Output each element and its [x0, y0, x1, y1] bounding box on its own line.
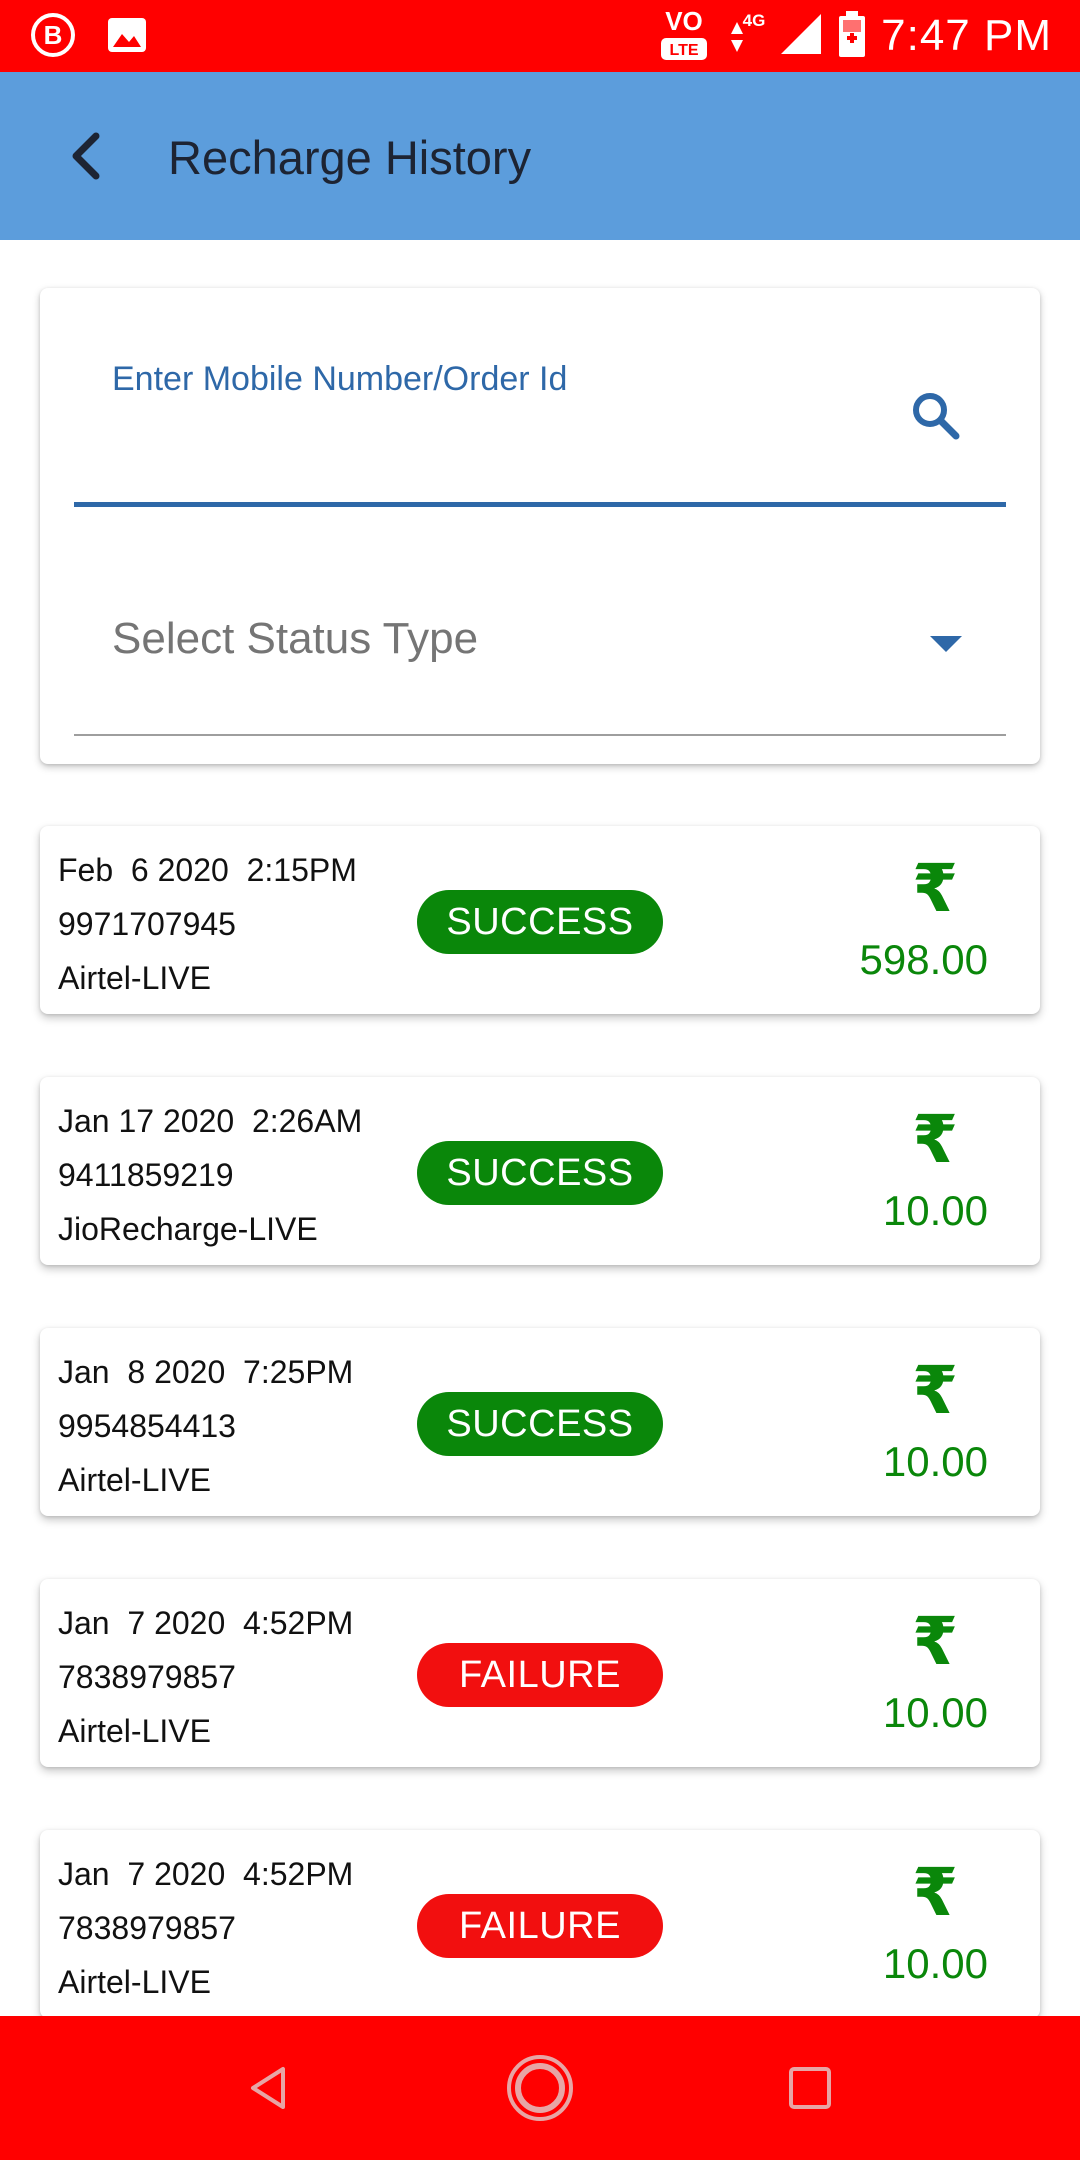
rupee-icon: ₹ [912, 850, 958, 927]
svg-text:LTE: LTE [670, 42, 699, 59]
transaction-card[interactable]: Jan 7 2020 4:52PM 7838979857 Airtel-LIVE… [40, 1830, 1040, 2018]
nav-home-icon [507, 2055, 573, 2121]
transaction-date: Jan 7 2020 4:52PM [58, 1856, 354, 1892]
transaction-amount: 10.00 [882, 1689, 988, 1736]
transaction-date: Jan 7 2020 4:52PM [58, 1605, 354, 1641]
transaction-card[interactable]: Jan 8 2020 7:25PM 9954854413 Airtel-LIVE… [40, 1328, 1040, 1516]
status-badge: SUCCESS [417, 1141, 663, 1205]
volte-icon: VO LTE [657, 4, 711, 69]
battery-charging-icon [837, 9, 867, 64]
transaction-operator: JioRecharge-LIVE [58, 1211, 318, 1247]
b-notification-icon: B [30, 12, 76, 63]
signal-icon [779, 12, 823, 61]
status-bar: B VO LTE 4G 7:47 PM [0, 0, 1080, 72]
transaction-number: 9411859219 [58, 1157, 234, 1193]
svg-text:VO: VO [665, 6, 703, 36]
nav-back-button[interactable] [230, 2048, 310, 2128]
transaction-operator: Airtel-LIVE [58, 1713, 211, 1749]
nav-home-button[interactable] [500, 2048, 580, 2128]
transaction-amount: 10.00 [882, 1438, 988, 1485]
image-notification-icon [106, 14, 148, 61]
svg-text:B: B [44, 20, 63, 50]
transaction-amount: 10.00 [882, 1940, 988, 1987]
rupee-icon: ₹ [912, 1603, 958, 1680]
nav-back-icon [251, 2067, 285, 2109]
transaction-number: 7838979857 [58, 1910, 236, 1946]
transaction-date: Jan 17 2020 2:26AM [58, 1103, 363, 1139]
app-bar: Recharge History [0, 72, 1080, 240]
back-arrow-icon [72, 132, 100, 180]
status-badge: SUCCESS [417, 890, 663, 954]
transaction-operator: Airtel-LIVE [58, 1964, 211, 2000]
transaction-card[interactable]: Jan 17 2020 2:26AM 9411859219 JioRecharg… [40, 1077, 1040, 1265]
search-underline [74, 502, 1006, 507]
transaction-amount: 10.00 [882, 1187, 988, 1234]
rupee-icon: ₹ [912, 1101, 958, 1178]
svg-text:4G: 4G [743, 11, 765, 30]
status-badge: SUCCESS [417, 1392, 663, 1456]
transaction-operator: Airtel-LIVE [58, 1462, 211, 1498]
back-button[interactable] [50, 120, 122, 192]
transaction-operator: Airtel-LIVE [58, 960, 211, 996]
search-icon[interactable] [900, 380, 972, 452]
status-badge: FAILURE [417, 1643, 663, 1707]
status-badge: FAILURE [417, 1894, 663, 1958]
transaction-date: Feb 6 2020 2:15PM [58, 852, 357, 888]
status-type-select[interactable]: Select Status Type [74, 568, 1006, 718]
rupee-icon: ₹ [912, 1352, 958, 1429]
transaction-card[interactable]: Feb 6 2020 2:15PM 9971707945 Airtel-LIVE… [40, 826, 1040, 1014]
transaction-number: 9954854413 [58, 1408, 236, 1444]
transaction-number: 9971707945 [58, 906, 236, 942]
transaction-date: Jan 8 2020 7:25PM [58, 1354, 354, 1390]
4g-icon: 4G [725, 4, 765, 69]
navigation-bar [0, 2016, 1080, 2160]
select-underline [74, 734, 1006, 736]
search-label: Enter Mobile Number/Order Id [112, 360, 568, 398]
status-select-placeholder: Select Status Type [112, 614, 479, 663]
search-input[interactable] [112, 408, 892, 468]
transaction-amount: 598.00 [859, 936, 988, 983]
transaction-number: 7838979857 [58, 1659, 236, 1695]
nav-recents-icon [789, 2067, 831, 2109]
transaction-card[interactable]: Jan 7 2020 4:52PM 7838979857 Airtel-LIVE… [40, 1579, 1040, 1767]
rupee-icon: ₹ [912, 1854, 958, 1931]
filter-card: Enter Mobile Number/Order Id Select Stat… [40, 288, 1040, 764]
nav-recents-button[interactable] [770, 2048, 850, 2128]
clock: 7:47 PM [881, 11, 1052, 60]
page-title: Recharge History [168, 131, 532, 184]
dropdown-triangle-icon [926, 632, 966, 656]
